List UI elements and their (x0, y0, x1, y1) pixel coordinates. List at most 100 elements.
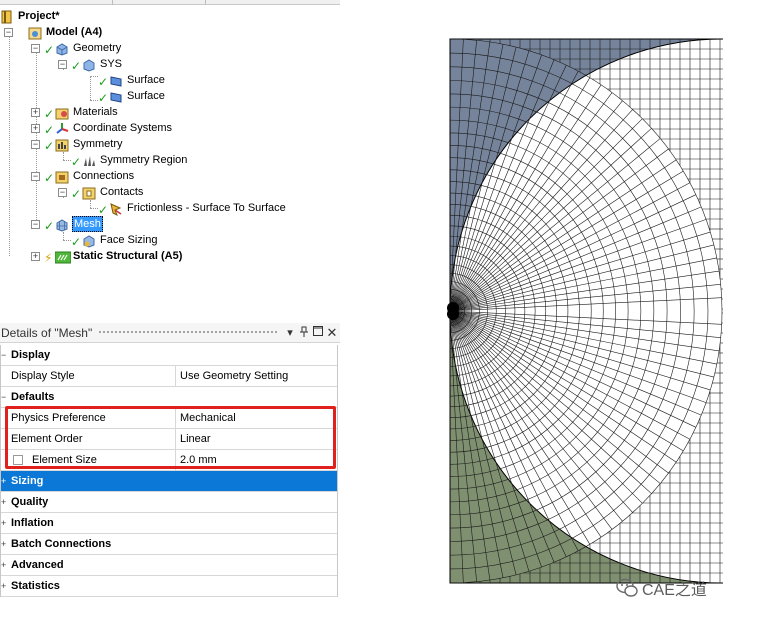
drag-grip[interactable] (98, 330, 278, 335)
tree-item-project[interactable]: Project* (0, 8, 61, 24)
tree-item-face-sizing[interactable]: Face Sizing (82, 232, 158, 248)
group-defaults[interactable]: − Defaults (1, 387, 337, 408)
group-label: Advanced (11, 559, 64, 571)
group-quality[interactable]: + Quality (1, 492, 337, 513)
property-row[interactable]: Display Style Use Geometry Setting (1, 366, 337, 387)
tree-item-coordinate-systems[interactable]: Coordinate Systems (55, 120, 173, 136)
tree-item-frictionless-contact[interactable]: Frictionless - Surface To Surface (109, 200, 287, 216)
tree-label: Static Structural (A5) (73, 250, 183, 262)
tree-connector (90, 200, 91, 208)
property-value[interactable]: 2.0 mm (175, 450, 338, 470)
tree-label: Face Sizing (100, 234, 158, 246)
tree-connector (36, 46, 37, 224)
tree-item-geometry[interactable]: Geometry (55, 40, 122, 56)
group-display[interactable]: − Display (1, 345, 337, 366)
property-row[interactable]: Element Order Linear (1, 429, 337, 450)
collapse-toggle[interactable]: − (31, 44, 40, 53)
details-grid: − Display Display Style Use Geometry Set… (0, 345, 338, 597)
property-row[interactable]: Physics Preference Mechanical (1, 408, 337, 429)
group-label: Statistics (11, 580, 60, 592)
static-structural-icon (54, 250, 72, 263)
expand-toggle[interactable]: + (31, 252, 40, 261)
tree-item-mesh[interactable]: Mesh (55, 216, 103, 232)
tree-label: Geometry (73, 42, 122, 54)
property-name: Element Size (32, 454, 97, 466)
tree-connector (63, 232, 64, 240)
group-label: Display (11, 349, 51, 361)
expand-toggle[interactable]: + (31, 124, 40, 133)
mesh-view[interactable] (340, 0, 765, 622)
expand-toggle[interactable]: + (1, 540, 9, 549)
wechat-logo-icon (616, 578, 638, 597)
tree-connector (90, 76, 91, 100)
dropdown-icon[interactable]: ▾ (284, 326, 296, 339)
bottom-body-mesh[interactable] (447, 308, 724, 584)
tree-label: Connections (73, 170, 135, 182)
expand-toggle[interactable]: + (1, 498, 9, 507)
group-label: Batch Connections (11, 538, 112, 550)
property-value[interactable]: Mechanical (175, 408, 338, 428)
details-title: Details of "Mesh" (1, 325, 93, 340)
coordinate-systems-icon (55, 122, 69, 135)
tree-item-contacts[interactable]: Contacts (82, 184, 144, 200)
collapse-toggle[interactable]: − (31, 220, 40, 229)
materials-icon (55, 106, 69, 119)
watermark-text: CAE之道 (642, 582, 707, 599)
expand-toggle[interactable]: + (31, 108, 40, 117)
group-advanced[interactable]: + Advanced (1, 555, 337, 576)
maximize-icon[interactable] (312, 326, 324, 339)
contacts-icon (82, 186, 96, 199)
property-value[interactable]: Use Geometry Setting (175, 366, 338, 386)
tree-item-materials[interactable]: Materials (55, 104, 119, 120)
expand-toggle[interactable]: + (1, 477, 9, 486)
tab-separator (112, 0, 113, 5)
group-label: Sizing (11, 475, 44, 487)
expand-toggle[interactable]: + (1, 519, 9, 528)
collapse-toggle[interactable]: − (58, 188, 67, 197)
outline-tree: Project* − Model (A4) − ✓ Geometry − ✓ S… (0, 6, 340, 318)
expand-toggle[interactable]: + (1, 561, 9, 570)
tree-label: Contacts (100, 186, 144, 198)
tree-label: Symmetry (73, 138, 123, 150)
close-icon[interactable]: ✕ (326, 325, 338, 341)
graphics-viewport[interactable] (340, 0, 765, 622)
pin-icon[interactable] (298, 326, 310, 340)
group-sizing[interactable]: + Sizing (1, 471, 337, 492)
property-value[interactable]: Linear (175, 429, 338, 449)
tree-item-surface-2[interactable]: Surface (109, 88, 166, 104)
tab-separator (205, 0, 206, 5)
tree-item-symmetry-region[interactable]: Symmetry Region (82, 152, 188, 168)
property-name: Display Style (11, 370, 75, 382)
group-inflation[interactable]: + Inflation (1, 513, 337, 534)
contact-region-icon (109, 202, 123, 216)
parameter-checkbox[interactable] (13, 455, 23, 465)
group-statistics[interactable]: + Statistics (1, 576, 337, 597)
tree-label-selected: Mesh (72, 216, 103, 232)
part-icon (82, 58, 96, 72)
collapse-toggle[interactable]: − (31, 172, 40, 181)
tree-item-surface-1[interactable]: Surface (109, 72, 166, 88)
collapse-toggle[interactable]: − (1, 351, 9, 360)
surface-body-icon (109, 90, 123, 103)
collapse-toggle[interactable]: − (1, 393, 9, 402)
symmetry-region-icon (82, 154, 96, 167)
collapse-toggle[interactable]: − (4, 28, 13, 37)
tree-connector (90, 208, 98, 209)
collapse-toggle[interactable]: − (31, 140, 40, 149)
top-body-mesh[interactable] (447, 38, 724, 314)
group-batch-connections[interactable]: + Batch Connections (1, 534, 337, 555)
tree-item-connections[interactable]: Connections (55, 168, 135, 184)
expand-toggle[interactable]: + (1, 582, 9, 591)
group-label: Inflation (11, 517, 54, 529)
tree-label: Frictionless - Surface To Surface (127, 202, 286, 214)
tree-item-model[interactable]: Model (A4) (28, 24, 103, 40)
property-name: Physics Preference (11, 412, 106, 424)
property-row[interactable]: Element Size 2.0 mm (1, 450, 337, 471)
collapse-toggle[interactable]: − (58, 60, 67, 69)
project-icon (0, 10, 14, 23)
tree-item-sys[interactable]: SYS (82, 56, 123, 72)
tree-label: Model (A4) (46, 26, 103, 38)
tree-item-symmetry[interactable]: Symmetry (55, 136, 124, 152)
tree-item-static-structural[interactable]: Static Structural (A5) (54, 248, 183, 264)
tree-label: Coordinate Systems (73, 122, 173, 134)
